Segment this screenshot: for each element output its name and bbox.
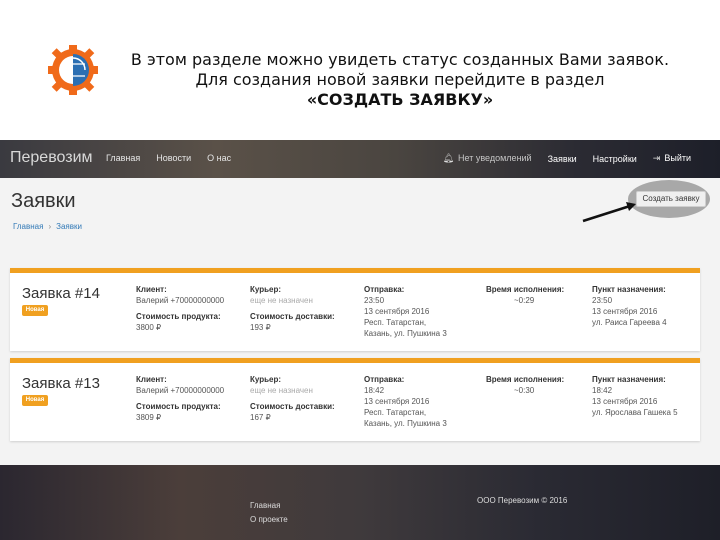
destination-date: 13 сентября 2016 (592, 307, 658, 316)
dispatch-column: Отправка: 18:42 13 сентября 2016 Респ. Т… (364, 374, 447, 429)
client-label: Клиент: (136, 285, 167, 294)
delivery-label: Стоимость доставки: (250, 402, 335, 411)
destination-address: ул. Ярослава Гашека 5 (592, 408, 678, 417)
destination-column: Пункт назначения: 23:50 13 сентября 2016… (592, 284, 667, 328)
notifications-label: Нет уведомлений (458, 153, 532, 163)
app-screenshot: Перевозим Главная Новости О нас 🔔︎ Нет ув… (0, 140, 720, 540)
breadcrumb: Главная › Заявки (13, 222, 82, 231)
logout-label: Выйти (664, 153, 691, 163)
cost-value: 3800 ₽ (136, 323, 162, 332)
execution-column: Время исполнения: ~0:29 (486, 284, 576, 306)
arrow-annotation-icon (582, 202, 636, 223)
dispatch-date: 13 сентября 2016 (364, 397, 430, 406)
dispatch-label: Отправка: (364, 375, 405, 384)
dispatch-time: 23:50 (364, 296, 385, 305)
client-label: Клиент: (136, 375, 167, 384)
cost-label: Стоимость продукта: (136, 312, 221, 321)
breadcrumb-home[interactable]: Главная (13, 222, 43, 231)
courier-value: еще не назначен (250, 296, 313, 305)
logout-link[interactable]: ⇥ Выйти (653, 153, 691, 164)
notifications-link[interactable]: 🔔︎ Нет уведомлений (443, 153, 532, 164)
execution-value: ~0:30 (514, 386, 535, 395)
dispatch-address-2: Казань, ул. Пушкина 3 (364, 329, 447, 338)
nav-link-settings[interactable]: Настройки (593, 154, 637, 164)
execution-value: ~0:29 (514, 296, 535, 305)
execution-label: Время исполнения: (486, 285, 565, 294)
caption-line-1: В этом разделе можно увидеть статус созд… (130, 50, 670, 69)
slide-caption: В этом разделе можно увидеть статус созд… (100, 50, 700, 110)
client-value: Валерий +70000000000 (136, 386, 225, 395)
delivery-value: 167 ₽ (250, 413, 271, 422)
nav-links: Главная Новости О нас (106, 153, 231, 163)
top-navbar: Перевозим Главная Новости О нас 🔔︎ Нет ув… (0, 140, 720, 178)
footer-links: Главная О проекте (250, 499, 288, 527)
footer-link-home[interactable]: Главная (250, 499, 288, 513)
courier-column: Курьер: еще не назначен Стоимость достав… (250, 284, 335, 333)
caption-line-2: Для создания новой заявки перейдите в ра… (195, 70, 605, 89)
bell-icon: 🔔︎ (442, 153, 455, 163)
breadcrumb-separator-icon: › (48, 222, 52, 231)
delivery-label: Стоимость доставки: (250, 312, 335, 321)
courier-value: еще не назначен (250, 386, 313, 395)
destination-label: Пункт назначения: (592, 375, 666, 384)
caption-line-3: «СОЗДАТЬ ЗАЯВКУ» (306, 90, 494, 109)
nav-link-home[interactable]: Главная (106, 153, 140, 163)
courier-column: Курьер: еще не назначен Стоимость достав… (250, 374, 335, 423)
client-column: Клиент: Валерий +70000000000 Стоимость п… (136, 284, 224, 333)
execution-column: Время исполнения: ~0:30 (486, 374, 576, 396)
brand-logo[interactable]: Перевозим (10, 149, 93, 167)
destination-address: ул. Раиса Гареева 4 (592, 318, 667, 327)
breadcrumb-orders[interactable]: Заявки (56, 222, 82, 231)
create-order-button[interactable]: Создать заявку (636, 191, 706, 207)
courier-label: Курьер: (250, 285, 282, 294)
order-card[interactable]: Заявка #13 Новая Клиент: Валерий +700000… (10, 358, 700, 441)
destination-column: Пункт назначения: 18:42 13 сентября 2016… (592, 374, 678, 418)
order-title: Заявка #13 (22, 375, 100, 392)
nav-link-orders[interactable]: Заявки (548, 154, 577, 164)
destination-label: Пункт назначения: (592, 285, 666, 294)
dispatch-address-1: Респ. Татарстан, (364, 408, 427, 417)
dispatch-time: 18:42 (364, 386, 385, 395)
page-footer: Главная О проекте ООО Перевозим © 2016 (0, 465, 720, 540)
dispatch-label: Отправка: (364, 285, 405, 294)
nav-right: 🔔︎ Нет уведомлений Заявки Настройки ⇥ Выйт… (443, 153, 691, 164)
delivery-value: 193 ₽ (250, 323, 271, 332)
execution-label: Время исполнения: (486, 375, 565, 384)
dispatch-address-2: Казань, ул. Пушкина 3 (364, 419, 447, 428)
nav-link-about[interactable]: О нас (207, 153, 231, 163)
order-title: Заявка #14 (22, 285, 100, 302)
page-title: Заявки (11, 190, 76, 212)
dispatch-address-1: Респ. Татарстан, (364, 318, 427, 327)
destination-date: 13 сентября 2016 (592, 397, 658, 406)
nav-link-news[interactable]: Новости (156, 153, 191, 163)
status-badge: Новая (22, 305, 48, 316)
gear-globe-logo-icon (48, 45, 98, 95)
destination-time: 23:50 (592, 296, 613, 305)
cost-value: 3809 ₽ (136, 413, 162, 422)
dispatch-column: Отправка: 23:50 13 сентября 2016 Респ. Т… (364, 284, 447, 339)
slide-header: В этом разделе можно увидеть статус созд… (0, 0, 720, 140)
courier-label: Курьер: (250, 375, 282, 384)
destination-time: 18:42 (592, 386, 613, 395)
cost-label: Стоимость продукта: (136, 402, 221, 411)
order-card[interactable]: Заявка #14 Новая Клиент: Валерий +700000… (10, 268, 700, 351)
status-badge: Новая (22, 395, 48, 406)
logout-icon: ⇥ (652, 153, 661, 163)
client-column: Клиент: Валерий +70000000000 Стоимость п… (136, 374, 224, 423)
dispatch-date: 13 сентября 2016 (364, 307, 430, 316)
footer-link-about[interactable]: О проекте (250, 513, 288, 527)
client-value: Валерий +70000000000 (136, 296, 225, 305)
footer-copyright: ООО Перевозим © 2016 (477, 496, 568, 505)
